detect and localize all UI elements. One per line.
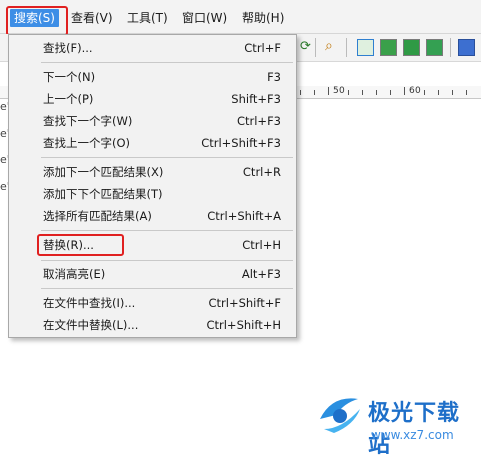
refresh-icon[interactable]: ⟳: [300, 39, 311, 54]
ruler-tick: [328, 87, 329, 95]
ruler-tick: [404, 87, 405, 95]
menu-separator: [41, 230, 293, 231]
menu-item-find-prev-word[interactable]: 查找上一个字(O) Ctrl+Shift+F3: [43, 133, 293, 153]
menu-item-find-next[interactable]: 下一个(N) F3: [43, 67, 293, 87]
menu-separator: [41, 62, 293, 63]
green-export-icon[interactable]: [426, 39, 443, 56]
watermark-logo-icon: [320, 398, 360, 433]
menu-item-find-next-word[interactable]: 查找下一个字(W) Ctrl+F3: [43, 111, 293, 131]
menu-item-shortcut: Alt+F3: [241, 267, 281, 281]
menu-item-find-prev[interactable]: 上一个(P) Shift+F3: [43, 89, 293, 109]
menu-bar: 搜索(S) 查看(V) 工具(T) 窗口(W) 帮助(H): [0, 0, 481, 34]
ruler-tick: [424, 90, 425, 95]
menu-item-add-next-match[interactable]: 添加下一个匹配结果(X) Ctrl+R: [43, 162, 293, 182]
toolbar-divider: [315, 38, 316, 57]
menu-item-shortcut: Ctrl+Shift+H: [206, 318, 281, 332]
menu-item-shortcut: Ctrl+Shift+F3: [201, 136, 281, 150]
menu-item-label: 在文件中查找(I)...: [43, 296, 136, 310]
menu-item-shortcut: Ctrl+H: [242, 238, 281, 252]
menu-item-label: 添加下一个匹配结果(X): [43, 165, 164, 179]
ruler-tick: [314, 90, 315, 95]
replace-highlight-box: [37, 234, 124, 256]
ruler-tick: [452, 90, 453, 95]
menu-item-label: 在文件中替换(L)...: [43, 318, 139, 332]
ruler-tick: [466, 90, 467, 95]
menu-window[interactable]: 窗口(W): [182, 9, 227, 27]
menu-view[interactable]: 查看(V): [71, 9, 113, 27]
search-dropdown-menu: 查找(F)... Ctrl+F 下一个(N) F3 上一个(P) Shift+F…: [8, 34, 297, 338]
green-doc-icon[interactable]: [380, 39, 397, 56]
ruler-tick: [376, 90, 377, 95]
menu-item-replace-in-files[interactable]: 在文件中替换(L)... Ctrl+Shift+H: [43, 315, 293, 335]
menu-item-shortcut: Ctrl+Shift+F: [208, 296, 282, 310]
menu-item-label: 取消高亮(E): [43, 267, 106, 281]
menu-item-label: 查找上一个字(O): [43, 136, 131, 150]
menu-separator: [41, 288, 293, 289]
menu-item-shortcut: Ctrl+F: [244, 41, 281, 55]
ruler-tick: [348, 90, 349, 95]
menu-item-label: 查找下一个字(W): [43, 114, 133, 128]
menu-item-label: 下一个(N): [43, 70, 96, 84]
menu-separator: [41, 260, 293, 261]
menu-help[interactable]: 帮助(H): [242, 9, 284, 27]
ruler-tick: [390, 90, 391, 95]
menu-item-label: 查找(F)...: [43, 41, 93, 55]
menu-item-shortcut: Ctrl+F3: [236, 114, 281, 128]
ruler-label: 6: [409, 86, 415, 96]
ruler-label: 0: [339, 86, 345, 96]
watermark-url: www.xz7.com: [371, 428, 454, 442]
menu-item-shortcut: Ctrl+R: [242, 165, 281, 179]
menu-item-label: 添加下下个匹配结果(T): [43, 187, 163, 201]
menu-item-find[interactable]: 查找(F)... Ctrl+F: [43, 38, 293, 58]
list-view-icon[interactable]: [357, 39, 374, 56]
menu-item-label: 上一个(P): [43, 92, 94, 106]
menu-separator: [41, 157, 293, 158]
menu-item-find-in-files[interactable]: 在文件中查找(I)... Ctrl+Shift+F: [43, 293, 293, 313]
menu-item-label: 选择所有匹配结果(A): [43, 209, 152, 223]
find-icon[interactable]: ⌕: [325, 38, 333, 54]
ruler-tick: [300, 90, 301, 95]
menu-item-shortcut: F3: [267, 70, 281, 84]
menu-tools[interactable]: 工具(T): [127, 9, 168, 27]
toolbar-divider: [346, 38, 347, 57]
ruler-label: 0: [415, 86, 421, 96]
green-arrow-icon[interactable]: [403, 39, 420, 56]
watermark-brand: 极光下载站: [368, 401, 461, 458]
toolbar-divider: [450, 38, 451, 57]
ruler-tick: [362, 90, 363, 95]
settings-icon[interactable]: [458, 39, 475, 56]
menu-item-add-next-next-match[interactable]: 添加下下个匹配结果(T): [43, 184, 293, 204]
menu-item-shortcut: Shift+F3: [231, 92, 281, 106]
menu-item-select-all-matches[interactable]: 选择所有匹配结果(A) Ctrl+Shift+A: [43, 206, 293, 226]
ruler-label: 5: [333, 86, 339, 96]
menu-item-clear-highlight[interactable]: 取消高亮(E) Alt+F3: [43, 264, 293, 284]
menu-item-shortcut: Ctrl+Shift+A: [207, 209, 281, 223]
ruler-tick: [438, 90, 439, 95]
search-menu-highlight-box: [6, 6, 68, 36]
